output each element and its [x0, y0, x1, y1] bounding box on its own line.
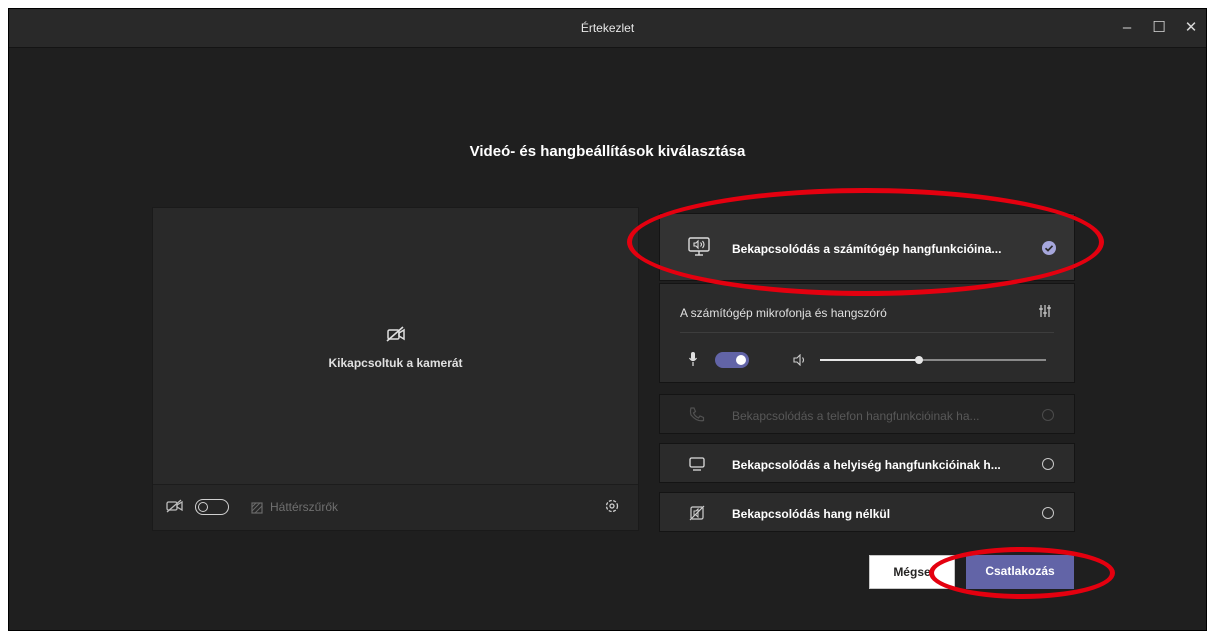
meeting-window: Értekezlet – ☐ ✕ Videó- és hangbeállítás…: [8, 8, 1207, 631]
device-settings-sliders-icon[interactable]: [1038, 304, 1052, 323]
camera-off-text: Kikapcsoltuk a kamerát: [328, 356, 463, 370]
camera-off-icon: [386, 326, 406, 347]
microphone-toggle-knob: [736, 355, 746, 365]
cancel-button[interactable]: Mégse: [869, 555, 955, 589]
computer-audio-icon: [688, 237, 710, 262]
speaker-volume-thumb[interactable]: [915, 356, 924, 364]
room-audio-icon: [688, 456, 706, 477]
audio-option-phone: Bekapcsolódás a telefon hangfunkcióinak …: [659, 394, 1075, 434]
minimize-button[interactable]: –: [1113, 15, 1141, 41]
audio-option-computer[interactable]: Bekapcsolódás a számítógép hangfunkcióin…: [659, 213, 1075, 281]
audio-option-label: Bekapcsolódás a telefon hangfunkcióinak …: [732, 409, 980, 423]
close-button[interactable]: ✕: [1177, 15, 1205, 41]
video-controls: Háttérszűrők: [153, 484, 638, 530]
device-label: A számítógép mikrofonja és hangszóró: [680, 306, 887, 320]
audio-option-room[interactable]: Bekapcsolódás a helyiség hangfunkcióinak…: [659, 443, 1075, 483]
camera-icon: [166, 499, 184, 518]
device-settings-icon[interactable]: [604, 498, 620, 519]
computer-audio-settings: A számítógép mikrofonja és hangszóró: [659, 283, 1075, 383]
microphone-toggle[interactable]: [715, 352, 749, 368]
audio-option-label: Bekapcsolódás a számítógép hangfunkcióin…: [732, 242, 1002, 256]
divider: [680, 332, 1054, 333]
no-audio-icon: [688, 504, 706, 527]
radio-button[interactable]: [1042, 507, 1054, 519]
speaker-volume-slider[interactable]: [820, 356, 1046, 364]
camera-toggle-knob: [198, 502, 208, 512]
phone-audio-icon: [688, 406, 706, 429]
background-filters-icon: [251, 501, 263, 519]
page-title: Videó- és hangbeállítások kiválasztása: [469, 143, 746, 160]
speaker-volume-fill: [820, 359, 920, 361]
background-filters-label[interactable]: Háttérszűrők: [270, 500, 338, 514]
selected-check-icon: [1042, 241, 1056, 255]
audio-option-no-audio[interactable]: Bekapcsolódás hang nélkül: [659, 492, 1075, 532]
title-bar: Értekezlet – ☐ ✕: [9, 9, 1206, 48]
audio-option-label: Bekapcsolódás a helyiség hangfunkcióinak…: [732, 458, 1001, 472]
camera-toggle[interactable]: [195, 499, 229, 515]
window-title: Értekezlet: [580, 21, 635, 35]
maximize-button[interactable]: ☐: [1145, 15, 1173, 41]
radio-button[interactable]: [1042, 458, 1054, 470]
audio-option-label: Bekapcsolódás hang nélkül: [732, 507, 891, 521]
join-button[interactable]: Csatlakozás: [966, 555, 1074, 589]
speaker-icon: [793, 353, 807, 371]
video-preview: Kikapcsoltuk a kamerát Háttérszűrők: [152, 207, 639, 531]
microphone-icon: [688, 351, 698, 372]
radio-button: [1042, 409, 1054, 421]
